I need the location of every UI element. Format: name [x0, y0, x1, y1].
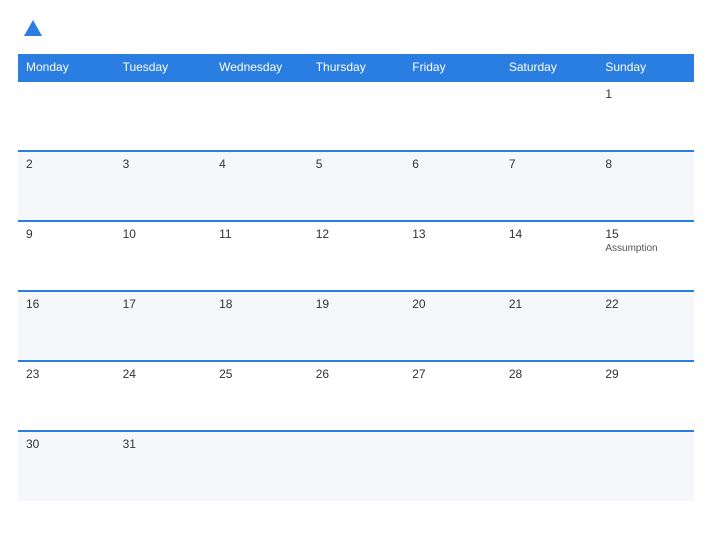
calendar-cell: 15 Assumption	[597, 221, 694, 291]
calendar-cell: 10	[115, 221, 212, 291]
calendar-body: 123456789101112131415Assumption161718192…	[18, 81, 694, 501]
calendar-cell: 29	[597, 361, 694, 431]
calendar-cell: 31	[115, 431, 212, 501]
calendar-cell: 4	[211, 151, 308, 221]
calendar-cell: 25	[211, 361, 308, 431]
calendar-header	[18, 18, 694, 40]
calendar-cell: 8	[597, 151, 694, 221]
calendar-cell: 1	[597, 81, 694, 151]
day-number: 19	[316, 297, 397, 311]
day-number: 29	[605, 367, 686, 381]
week-row-5: 23 24 25 26 27 28 29	[18, 361, 694, 431]
day-number: 13	[412, 227, 493, 241]
calendar-cell	[308, 81, 405, 151]
calendar-cell	[597, 431, 694, 501]
week-row-4: 16 17 18 19 20 21 22	[18, 291, 694, 361]
calendar-cell	[18, 81, 115, 151]
calendar-cell	[308, 431, 405, 501]
day-number: 20	[412, 297, 493, 311]
day-number: 5	[316, 157, 397, 171]
calendar-cell	[211, 431, 308, 501]
calendar-cell	[211, 81, 308, 151]
day-number: 7	[509, 157, 590, 171]
day-number: 25	[219, 367, 300, 381]
calendar-cell: 11	[211, 221, 308, 291]
calendar-cell: 5	[308, 151, 405, 221]
calendar-cell: 26	[308, 361, 405, 431]
logo-area	[18, 18, 44, 40]
day-number: 9	[26, 227, 107, 241]
calendar-cell	[501, 431, 598, 501]
calendar-cell: 20	[404, 291, 501, 361]
weekday-header-friday: Friday	[404, 54, 501, 81]
day-number: 11	[219, 227, 300, 241]
weekday-header-thursday: Thursday	[308, 54, 405, 81]
calendar-cell: 9	[18, 221, 115, 291]
day-number: 14	[509, 227, 590, 241]
calendar-cell	[115, 81, 212, 151]
day-number: 27	[412, 367, 493, 381]
day-number: 4	[219, 157, 300, 171]
calendar-cell: 24	[115, 361, 212, 431]
day-number: 2	[26, 157, 107, 171]
day-number: 24	[123, 367, 204, 381]
calendar-cell: 21	[501, 291, 598, 361]
day-number: 17	[123, 297, 204, 311]
day-number: 18	[219, 297, 300, 311]
weekday-header-monday: Monday	[18, 54, 115, 81]
day-number: 16	[26, 297, 107, 311]
day-number: 1	[605, 87, 686, 101]
weekday-header-tuesday: Tuesday	[115, 54, 212, 81]
calendar-cell: 30	[18, 431, 115, 501]
day-number: 26	[316, 367, 397, 381]
day-number: 8	[605, 157, 686, 171]
calendar-cell: 18	[211, 291, 308, 361]
day-number: 30	[26, 437, 107, 451]
calendar-cell: 7	[501, 151, 598, 221]
calendar-cell	[404, 431, 501, 501]
day-number: 15	[605, 227, 686, 241]
week-row-2: 2 3 4 5 6 7 8	[18, 151, 694, 221]
day-number: 31	[123, 437, 204, 451]
day-number: 22	[605, 297, 686, 311]
calendar-cell: 13	[404, 221, 501, 291]
day-number: 21	[509, 297, 590, 311]
logo-icon	[22, 18, 44, 40]
week-row-1: 1	[18, 81, 694, 151]
calendar-grid: MondayTuesdayWednesdayThursdayFridaySatu…	[18, 54, 694, 501]
calendar-cell: 23	[18, 361, 115, 431]
calendar-cell	[501, 81, 598, 151]
calendar-cell: 28	[501, 361, 598, 431]
calendar-cell: 12	[308, 221, 405, 291]
weekday-header-row: MondayTuesdayWednesdayThursdayFridaySatu…	[18, 54, 694, 81]
day-number: 12	[316, 227, 397, 241]
day-number: 28	[509, 367, 590, 381]
day-number: 6	[412, 157, 493, 171]
calendar-cell: 19	[308, 291, 405, 361]
calendar-cell: 22	[597, 291, 694, 361]
day-number: 10	[123, 227, 204, 241]
calendar-thead: MondayTuesdayWednesdayThursdayFridaySatu…	[18, 54, 694, 81]
holiday-label: Assumption	[605, 243, 686, 254]
calendar-container: MondayTuesdayWednesdayThursdayFridaySatu…	[0, 0, 712, 550]
calendar-cell	[404, 81, 501, 151]
weekday-header-sunday: Sunday	[597, 54, 694, 81]
calendar-cell: 27	[404, 361, 501, 431]
weekday-header-saturday: Saturday	[501, 54, 598, 81]
calendar-cell: 6	[404, 151, 501, 221]
calendar-cell: 17	[115, 291, 212, 361]
calendar-cell: 3	[115, 151, 212, 221]
calendar-cell: 16	[18, 291, 115, 361]
day-number: 3	[123, 157, 204, 171]
weekday-header-wednesday: Wednesday	[211, 54, 308, 81]
week-row-6: 30 31	[18, 431, 694, 501]
day-number: 23	[26, 367, 107, 381]
week-row-3: 9 10 11 12 13 14 15 Assumption	[18, 221, 694, 291]
calendar-cell: 2	[18, 151, 115, 221]
calendar-cell: 14	[501, 221, 598, 291]
